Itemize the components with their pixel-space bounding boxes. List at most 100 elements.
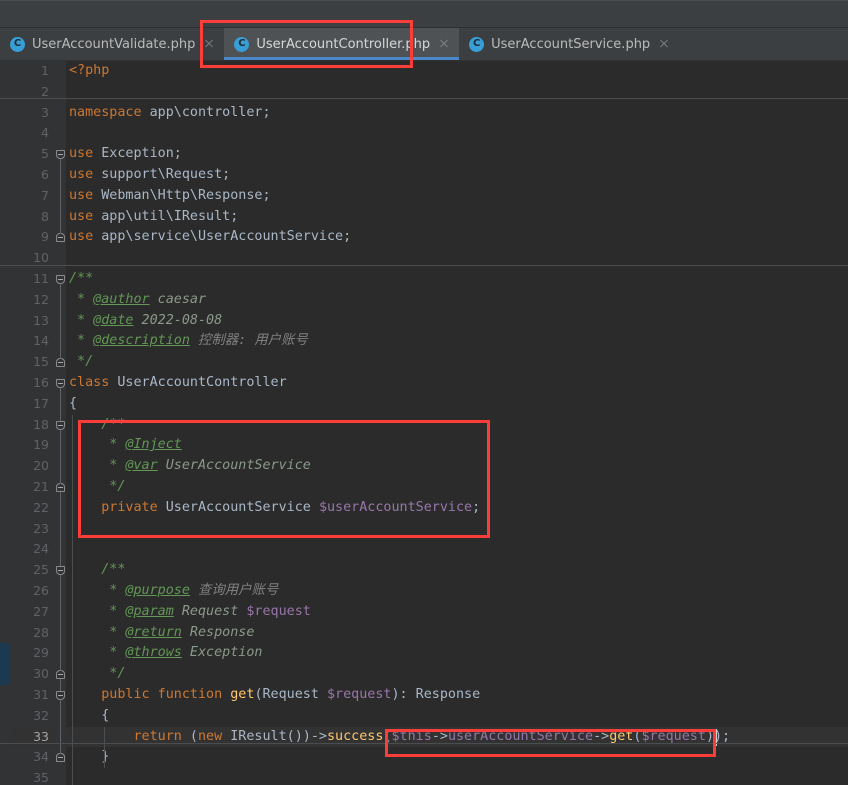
code-row[interactable]: use support\Request; xyxy=(66,165,848,186)
code-row[interactable]: private UserAccountService $userAccountS… xyxy=(66,498,848,519)
code-row[interactable]: public function get(Request $request): R… xyxy=(66,685,848,706)
fold-toggle-icon[interactable] xyxy=(56,670,65,680)
editor-tab-label: UserAccountValidate.php xyxy=(32,36,196,52)
gutter-row[interactable]: 15 xyxy=(10,352,55,373)
fold-toggle-icon[interactable] xyxy=(56,753,65,763)
gutter-row[interactable]: 34 xyxy=(10,747,55,768)
line-number: 1 xyxy=(41,63,49,78)
gutter-row[interactable]: 31 xyxy=(10,685,55,706)
code-row[interactable]: * @return Response xyxy=(66,623,848,644)
code-row[interactable]: <?php xyxy=(66,61,848,82)
gutter-row[interactable]: 18 xyxy=(10,415,55,436)
code-editor[interactable]: 1 2 3 4 5 6 7 8 9 10 11 12 13 14 15 16 17 18 19 20 21 22 23 24 2… xyxy=(0,61,848,785)
code-row[interactable]: /** xyxy=(66,269,848,290)
close-icon[interactable] xyxy=(657,37,671,51)
fold-toggle-icon[interactable] xyxy=(56,275,65,284)
code-row[interactable]: class UserAccountController xyxy=(66,373,848,394)
code-row[interactable]: use Exception; xyxy=(66,144,848,165)
fold-toggle-icon[interactable] xyxy=(56,691,65,700)
gutter-row[interactable]: 35 xyxy=(10,768,55,785)
gutter-row[interactable]: 22 xyxy=(10,498,55,519)
gutter-row[interactable]: 8 xyxy=(10,207,55,228)
code-row[interactable]: * @description 控制器: 用户账号 xyxy=(66,331,848,352)
gutter-row[interactable]: 29 xyxy=(10,643,55,664)
gutter-row[interactable]: 25 xyxy=(10,560,55,581)
token-id: app\controller; xyxy=(141,104,271,120)
code-row[interactable]: * @var UserAccountService xyxy=(66,456,848,477)
fold-toggle-icon[interactable] xyxy=(56,379,65,388)
gutter-row[interactable]: 14 xyxy=(10,331,55,352)
code-row[interactable]: /** xyxy=(66,560,848,581)
code-row[interactable]: */ xyxy=(66,352,848,373)
gutter-row[interactable]: 12 xyxy=(10,290,55,311)
gutter-row[interactable]: 23 xyxy=(10,519,55,540)
fold-toggle-icon[interactable] xyxy=(56,233,65,243)
code-row[interactable]: */ xyxy=(66,664,848,685)
gutter-row[interactable]: 6 xyxy=(10,165,55,186)
code-row[interactable]: return (new IResult())->success($this->u… xyxy=(66,726,848,748)
code-row[interactable]: * @date 2022-08-08 xyxy=(66,311,848,332)
code-row[interactable] xyxy=(66,82,848,103)
code-row[interactable]: { xyxy=(66,394,848,415)
gutter-row[interactable]: 19 xyxy=(10,435,55,456)
gutter-row[interactable]: 17 xyxy=(10,394,55,415)
gutter-row[interactable]: 30 xyxy=(10,664,55,685)
gutter-row[interactable]: 21 xyxy=(10,477,55,498)
code-line-text: use app\service\UserAccountService; xyxy=(66,227,351,248)
gutter-row[interactable]: 33 xyxy=(10,726,55,748)
fold-toggle-icon[interactable] xyxy=(56,420,65,430)
fold-toggle-icon[interactable] xyxy=(56,483,65,492)
gutter-row[interactable]: 13 xyxy=(10,311,55,332)
gutter-row[interactable]: 20 xyxy=(10,456,55,477)
code-row[interactable] xyxy=(66,539,848,560)
token-id: app\util\IResult; xyxy=(93,208,239,224)
code-folding-gutter[interactable] xyxy=(55,61,66,785)
gutter-row[interactable]: 32 xyxy=(10,706,55,727)
code-row[interactable]: namespace app\controller; xyxy=(66,103,848,124)
code-row[interactable]: * @throws Exception xyxy=(66,643,848,664)
gutter-row[interactable]: 5 xyxy=(10,144,55,165)
code-row[interactable]: use Webman\Http\Response; xyxy=(66,186,848,207)
code-row[interactable] xyxy=(66,768,848,785)
gutter-row[interactable]: 28 xyxy=(10,623,55,644)
gutter-row[interactable]: 11 xyxy=(10,269,55,290)
editor-tab-0[interactable]: C UserAccountValidate.php xyxy=(0,28,224,60)
gutter-row[interactable]: 10 xyxy=(10,248,55,269)
gutter-row[interactable]: 26 xyxy=(10,581,55,602)
editor-tab-2[interactable]: C UserAccountService.php xyxy=(459,28,679,60)
code-row[interactable]: { xyxy=(66,706,848,727)
gutter-row[interactable]: 24 xyxy=(10,539,55,560)
code-row[interactable]: */ xyxy=(66,477,848,498)
code-row[interactable] xyxy=(66,123,848,144)
code-content[interactable]: <?php namespace app\controller; use Except… xyxy=(66,61,848,785)
code-row[interactable] xyxy=(66,519,848,540)
php-class-icon: C xyxy=(10,36,25,52)
code-row[interactable]: * @purpose 查询用户账号 xyxy=(66,581,848,602)
code-row[interactable]: use app\util\IResult; xyxy=(66,207,848,228)
gutter-row[interactable]: 2 xyxy=(10,82,55,103)
fold-toggle-icon[interactable] xyxy=(56,150,65,160)
editor-tab-1[interactable]: C UserAccountController.php xyxy=(224,28,460,60)
gutter-row[interactable]: 27 xyxy=(10,602,55,623)
gutter-row[interactable]: 7 xyxy=(10,186,55,207)
close-icon[interactable] xyxy=(437,37,451,51)
code-row[interactable]: /** xyxy=(66,415,848,436)
code-row[interactable]: * @Inject xyxy=(66,435,848,456)
gutter-row[interactable]: 9 xyxy=(10,227,55,248)
fold-toggle-icon[interactable] xyxy=(56,358,65,368)
gutter-row[interactable]: 16 xyxy=(10,373,55,394)
gutter-row[interactable]: 1 xyxy=(10,61,55,82)
vcs-change-marker[interactable] xyxy=(0,643,10,685)
code-row[interactable]: } xyxy=(66,747,848,768)
code-row[interactable]: * @author caesar xyxy=(66,290,848,311)
line-number-gutter[interactable]: 1 2 3 4 5 6 7 8 9 10 11 12 13 14 15 16 17 18 19 20 21 22 23 24 2… xyxy=(10,61,55,785)
fold-toggle-icon[interactable] xyxy=(56,566,65,576)
code-line-text xyxy=(66,539,69,560)
code-row[interactable]: use app\service\UserAccountService; xyxy=(66,227,848,248)
gutter-row[interactable]: 4 xyxy=(10,123,55,144)
close-icon[interactable] xyxy=(202,37,216,51)
editor-tab-bar[interactable]: C UserAccountValidate.php C UserAccountCont… xyxy=(0,28,848,61)
gutter-row[interactable]: 3 xyxy=(10,103,55,124)
code-row[interactable] xyxy=(66,248,848,269)
code-row[interactable]: * @param Request $request xyxy=(66,602,848,623)
